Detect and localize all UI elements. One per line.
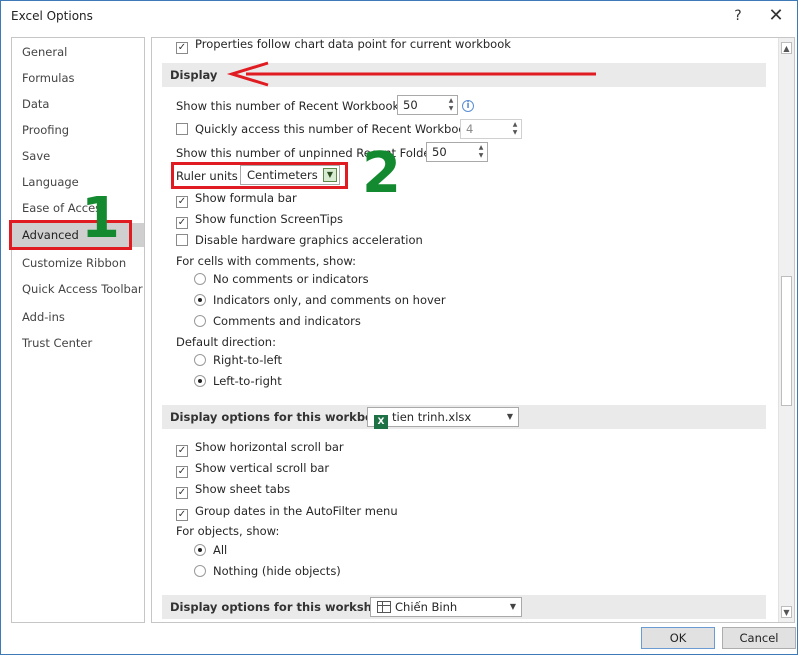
nav-item-quick-access-toolbar[interactable]: Quick Access Toolbar [12,277,144,301]
unpinned-folders-label: Show this number of unpinned Recent Fold… [176,146,446,160]
radio-unselected[interactable] [194,565,206,577]
advanced-options-pane: ✓ Properties follow chart data point for … [151,37,795,623]
step-1-number: 1 [81,186,120,251]
checkbox-checked[interactable]: ✓ [176,445,188,457]
worksheet-dropdown[interactable]: Chiến Binh ▼ [370,597,522,617]
title-bar: Excel Options ? ✕ [1,1,797,31]
objects-all-option[interactable]: All [194,541,227,559]
checkbox-checked[interactable]: ✓ [176,42,188,54]
comments-indicators-option[interactable]: Indicators only, and comments on hover [194,291,446,309]
comments-all-option[interactable]: Comments and indicators [194,312,361,330]
nav-item-proofing[interactable]: Proofing [12,118,144,142]
checkbox-unchecked[interactable] [176,123,188,135]
checkbox-checked[interactable]: ✓ [176,487,188,499]
dropdown-arrow-icon[interactable]: ▼ [507,408,513,426]
vertical-scrollbar[interactable]: ▲ ▼ [778,38,794,622]
recent-workbooks-spinner[interactable]: 50 ▲ ▼ [397,95,458,115]
nav-item-customize-ribbon[interactable]: Customize Ribbon [12,251,144,275]
cancel-button[interactable]: Cancel [722,627,796,649]
comments-label: For cells with comments, show: [176,254,357,268]
dropdown-arrow-icon[interactable]: ▼ [510,598,516,616]
excel-options-dialog: Excel Options ? ✕ General Formulas Data … [0,0,798,655]
recent-workbooks-label: Show this number of Recent Workbooks: [176,99,410,113]
info-icon[interactable]: i [462,100,474,112]
help-button[interactable]: ? [727,5,749,27]
close-button[interactable]: ✕ [765,5,787,27]
excel-file-icon: X [374,415,388,429]
nav-item-data[interactable]: Data [12,92,144,116]
nav-item-trust-center[interactable]: Trust Center [12,331,144,355]
ok-button[interactable]: OK [641,627,715,649]
radio-unselected[interactable] [194,354,206,366]
radio-unselected[interactable] [194,315,206,327]
unpinned-folders-spinner[interactable]: 50 ▲ ▼ [426,142,488,162]
radio-selected[interactable] [194,375,206,387]
spinner-arrows-icon[interactable]: ▲ ▼ [447,97,455,113]
radio-selected[interactable] [194,294,206,306]
arrow-to-display [226,61,596,87]
checkbox-checked[interactable]: ✓ [176,217,188,229]
spinner-arrows-icon[interactable]: ▲ ▼ [511,121,519,137]
sheet-tabs-option[interactable]: ✓ Show sheet tabs [176,480,290,499]
scroll-down-icon[interactable]: ▼ [781,606,792,618]
nav-item-formulas[interactable]: Formulas [12,66,144,90]
spinner-arrows-icon[interactable]: ▲ ▼ [477,144,485,160]
properties-follow-option[interactable]: ✓ Properties follow chart data point for … [176,38,511,54]
nav-item-add-ins[interactable]: Add-ins [12,305,144,329]
ruler-units-highlight-box [171,162,348,189]
group-dates-option[interactable]: ✓ Group dates in the AutoFilter menu [176,502,398,521]
step-2-number: 2 [362,141,401,206]
direction-label: Default direction: [176,335,276,349]
nav-item-ease-of-access[interactable]: Ease of Access [12,196,144,220]
radio-selected[interactable] [194,544,206,556]
direction-ltr-option[interactable]: Left-to-right [194,372,282,390]
checkbox-unchecked[interactable] [176,234,188,246]
v-scroll-option[interactable]: ✓ Show vertical scroll bar [176,459,329,478]
scroll-up-icon[interactable]: ▲ [781,42,792,54]
nav-item-general[interactable]: General [12,40,144,64]
show-formula-bar-option[interactable]: ✓ Show formula bar [176,189,297,208]
checkbox-checked[interactable]: ✓ [176,466,188,478]
show-screentips-option[interactable]: ✓ Show function ScreenTips [176,210,343,229]
nav-item-save[interactable]: Save [12,144,144,168]
dialog-title: Excel Options [11,9,93,23]
comments-none-option[interactable]: No comments or indicators [194,270,369,288]
options-nav: General Formulas Data Proofing Save Lang… [11,37,145,623]
h-scroll-option[interactable]: ✓ Show horizontal scroll bar [176,438,344,457]
radio-unselected[interactable] [194,273,206,285]
scrollbar-thumb[interactable] [781,276,792,406]
objects-nothing-option[interactable]: Nothing (hide objects) [194,562,341,580]
checkbox-checked[interactable]: ✓ [176,196,188,208]
quick-access-option[interactable]: Quickly access this number of Recent Wor… [176,120,482,138]
objects-label: For objects, show: [176,524,280,538]
quick-access-spinner[interactable]: 4 ▲ ▼ [460,119,522,139]
disable-hw-accel-option[interactable]: Disable hardware graphics acceleration [176,231,423,249]
workbook-dropdown[interactable]: Xtien trinh.xlsx ▼ [367,407,519,429]
nav-item-language[interactable]: Language [12,170,144,194]
direction-rtl-option[interactable]: Right-to-left [194,351,282,369]
worksheet-icon [377,601,391,613]
checkbox-checked[interactable]: ✓ [176,509,188,521]
